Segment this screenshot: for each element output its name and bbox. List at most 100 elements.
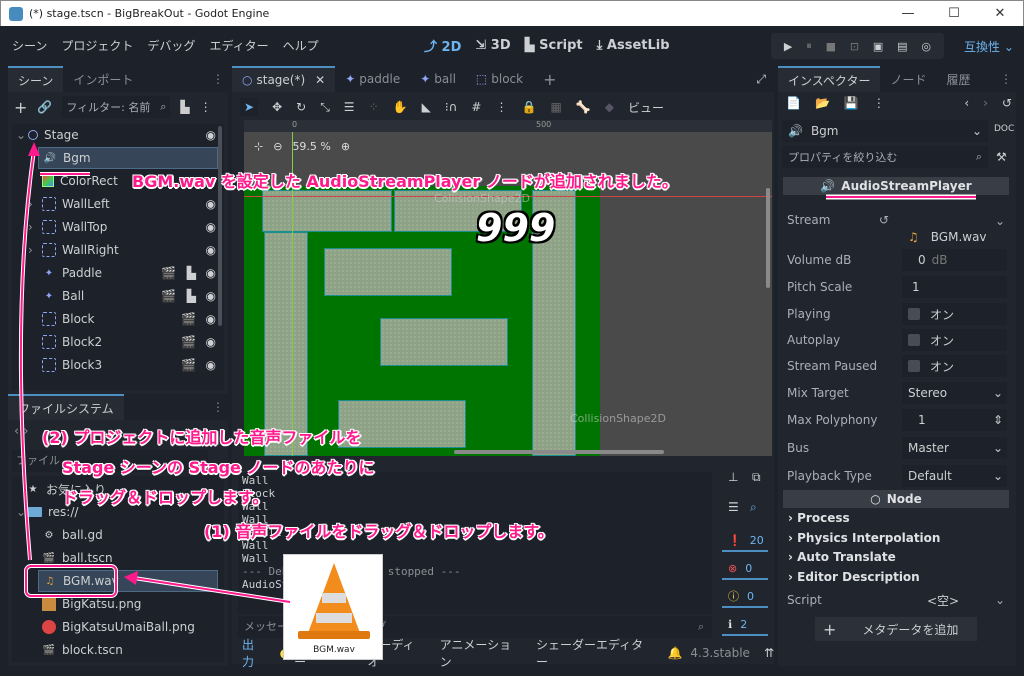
zoom-out-icon[interactable]: ⊖ [273,140,282,153]
tab-history[interactable]: 履歴 [936,66,980,92]
tree-node-block3[interactable]: Block3 🎬 ◉ [12,354,222,376]
script-value[interactable]: <空> [927,592,959,609]
expand-icon[interactable]: › [28,197,42,211]
rotate-tool-icon[interactable]: ↻ [296,100,306,114]
tree-node-block[interactable]: Block 🎬 ◉ [12,308,222,330]
movie-maker-icon[interactable]: ◎ [921,40,931,53]
extra-menu-icon[interactable]: ⋮ [873,96,885,110]
h-scrollbar[interactable] [454,450,664,454]
filter-errors-toggle[interactable]: ⊗ 0 [722,558,768,580]
file-item[interactable]: BigKatsuUmaiBall.png [12,616,222,638]
clear-output-icon[interactable]: ⊥ [728,470,738,484]
visibility-eye-icon[interactable]: ◉ [206,335,216,349]
main-screen-2d[interactable]: ⤴ 2D [424,36,461,55]
pause-icon[interactable]: ⏸ [806,39,812,53]
tab-block[interactable]: ⬚ block [466,66,533,92]
zoom-level[interactable]: 59.5 % [292,140,330,153]
script-icon[interactable]: ▙ [187,289,196,303]
collapse-icon[interactable]: ⌄ [16,505,28,519]
tree-node-walltop[interactable]: › WallTop ◉ [12,216,222,238]
open-instance-icon[interactable]: 🎬 [181,335,196,349]
menu-debug[interactable]: デバッグ [147,37,195,54]
playback-type-select[interactable]: Default ⌄ [902,465,1007,487]
tree-node-block2[interactable]: Block2 🎬 ◉ [12,331,222,353]
section-editor-description[interactable]: › Editor Description [788,570,920,584]
scene-menu-icon[interactable]: ⋮ [200,100,212,114]
file-item[interactable]: ⚙ ball.gd [12,524,222,546]
expand-icon[interactable]: › [28,243,42,257]
maximize-button[interactable]: ☐ [931,1,977,27]
main-screen-3d[interactable]: ⇲ 3D [475,38,510,53]
camera-override-icon[interactable]: ◆ [605,100,614,114]
file-item[interactable]: 🎬 block.tscn [12,639,222,661]
menu-editor[interactable]: エディター [209,37,268,54]
tab-paddle[interactable]: ✦ paddle [335,66,410,92]
stream-paused-checkbox[interactable]: オン [902,355,1007,377]
v-scrollbar[interactable] [766,188,770,288]
file-item-selected[interactable]: ♫ BGM.wav [38,570,218,592]
distraction-free-icon[interactable]: ⤢ [756,66,774,92]
visibility-eye-icon[interactable]: ◉ [206,197,216,211]
stop-icon[interactable]: ■ [826,40,836,53]
revert-icon[interactable]: ↺ [879,213,889,227]
bottom-tab-animation[interactable]: アニメーション [440,636,522,670]
attach-script-icon[interactable]: ▙ [180,100,189,114]
filter-info-toggle[interactable]: ℹ2 [722,614,768,636]
file-item[interactable]: 🎬 ball.tscn [12,547,222,569]
tree-node-wallright[interactable]: › WallRight ◉ [12,239,222,261]
node-filter-input[interactable]: フィルター: 名前 ⌕ [62,96,171,118]
playing-checkbox[interactable]: オン [902,303,1007,325]
collapse-icon[interactable]: ⌄ [16,128,28,142]
group-icon[interactable]: ▦ [550,100,561,114]
visibility-eye-icon[interactable]: ◉ [206,128,216,142]
expand-icon[interactable]: › [28,220,42,234]
object-selector[interactable]: 🔊 Bgm ⌄ [782,120,988,142]
lock-icon[interactable]: 🔒 [521,100,536,114]
dock-menu-icon[interactable]: ⋮ [1000,66,1016,92]
bus-select[interactable]: Master ⌄ [902,437,1007,459]
spinner-icon[interactable]: ⇕ [993,413,1007,427]
pan-tool-icon[interactable]: ✋ [393,100,408,114]
snap-options-icon[interactable]: ⋮ [495,100,507,114]
section-auto-translate[interactable]: › Auto Translate [788,550,896,564]
menu-project[interactable]: プロジェクト [61,37,133,54]
bottom-tab-shader-editor[interactable]: シェーダーエディター [536,636,653,670]
tab-ball[interactable]: ✦ ball [410,66,466,92]
smart-snap-icon[interactable]: ⁝∩ [445,100,458,114]
pitch-scale-slider[interactable]: 1 [902,276,1007,298]
tree-node-bgm[interactable]: 🔊 Bgm [38,147,218,169]
visibility-eye-icon[interactable]: ◉ [206,243,216,257]
tab-scene[interactable]: シーン [8,66,64,92]
main-screen-assetlib[interactable]: ⤓ AssetLib [597,38,670,53]
new-resource-icon[interactable]: 📄 [786,96,801,110]
history-back-icon[interactable]: ‹ [964,96,969,110]
tree-node-wallleft[interactable]: › WallLeft ◉ [12,193,222,215]
ruler-tool-icon[interactable]: ◣ [422,100,431,114]
add-tab-icon[interactable]: + [533,66,566,92]
autoplay-checkbox[interactable]: オン [902,329,1007,351]
object-history-icon[interactable]: ↺ [1002,96,1012,110]
history-forward-icon[interactable]: › [983,96,988,110]
file-item[interactable]: BigKatsu.png [12,593,222,615]
filter-messages-toggle[interactable]: ❗ 20 [722,530,768,552]
tab-stage[interactable]: ○ stage(*) ✕ [232,66,336,92]
bone-icon[interactable]: 🦴 [576,100,591,114]
chevron-down-icon[interactable]: ⌄ [995,214,1005,228]
tree-scrollbar[interactable] [218,126,222,326]
property-settings-icon[interactable]: ⚒ [996,150,1007,164]
copy-output-icon[interactable]: ⧉ [752,470,761,485]
play-icon[interactable]: ▶ [784,40,792,53]
visibility-eye-icon[interactable]: ◉ [206,312,216,326]
tree-node-stage[interactable]: ⌄ Stage ◉ [12,124,222,146]
main-screen-script[interactable]: ▙ Script [525,38,583,53]
forward-icon[interactable]: › [23,424,28,439]
open-instance-icon[interactable]: 🎬 [161,266,176,280]
renderer-select[interactable]: 互換性 ⌄ [964,38,1014,55]
move-tool-icon[interactable]: ✥ [272,100,282,114]
close-tab-icon[interactable]: ✕ [315,73,325,87]
select-tool-icon[interactable]: ➤ [240,98,259,116]
grid-snap-icon[interactable]: # [471,100,481,114]
toggle-search-icon[interactable]: ⌕ [750,500,757,515]
tree-node-ball[interactable]: ✦ Ball 🎬 ▙ ◉ [12,285,222,307]
add-node-icon[interactable]: + [14,98,27,117]
